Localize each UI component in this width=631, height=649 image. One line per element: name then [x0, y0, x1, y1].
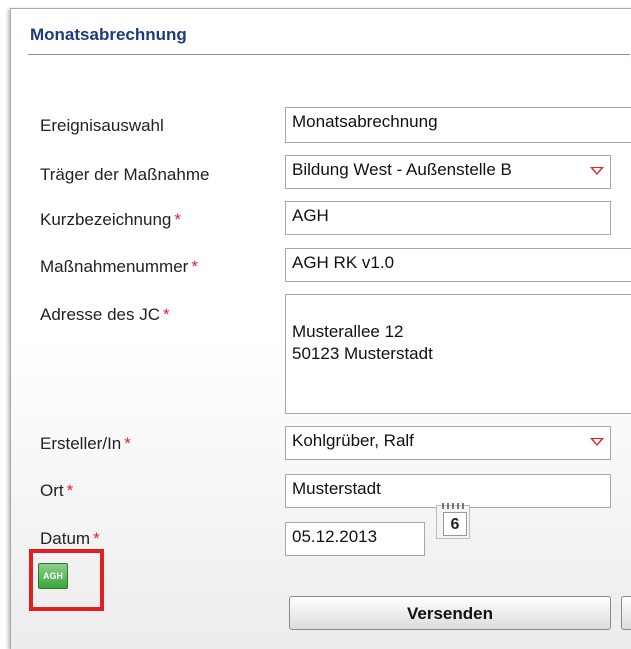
label-massnahmenummer: Maßnahmenummer * — [40, 257, 198, 277]
send-button[interactable]: Versenden — [289, 596, 611, 630]
datum-input[interactable]: 05.12.2013 — [285, 522, 425, 556]
required-marker: * — [174, 210, 181, 229]
secondary-button[interactable] — [621, 596, 631, 630]
kurzbezeichnung-value: AGH — [292, 206, 329, 225]
ort-value: Musterstadt — [292, 479, 381, 498]
ereignisauswahl-select[interactable]: Monatsabrechnung — [285, 107, 631, 143]
dropdown-arrow-icon[interactable] — [590, 438, 604, 446]
label-datum: Datum * — [40, 529, 100, 549]
label-text: Ort — [40, 481, 64, 500]
label-kurzbezeichnung: Kurzbezeichnung * — [40, 210, 181, 230]
adresse-textarea[interactable]: Musterallee 12 50123 Musterstadt — [285, 294, 631, 414]
calendar-day: 6 — [443, 512, 467, 536]
label-text: Ersteller/In — [40, 434, 122, 453]
ersteller-select[interactable]: Kohlgrüber, Ralf — [285, 426, 611, 460]
dropdown-arrow-icon[interactable] — [590, 167, 604, 175]
datum-value: 05.12.2013 — [292, 527, 378, 546]
label-ereignisauswahl: Ereignisauswahl — [40, 116, 164, 136]
label-text: Adresse des JC — [40, 305, 160, 324]
label-ort: Ort * — [40, 481, 73, 501]
label-text: Träger der Maßnahme — [40, 165, 210, 184]
label-text: Maßnahmenummer — [40, 257, 189, 276]
traeger-select[interactable]: Bildung West - Außenstelle B — [285, 155, 611, 189]
label-text: Datum — [40, 529, 91, 548]
calendar-icon[interactable]: 6 — [436, 503, 470, 539]
required-marker: * — [163, 305, 170, 324]
massnahmenummer-input[interactable]: AGH RK v1.0 — [285, 248, 631, 282]
required-marker: * — [66, 481, 74, 500]
label-adresse: Adresse des JC * — [40, 305, 170, 325]
label-text: Kurzbezeichnung — [40, 210, 172, 229]
label-ersteller: Ersteller/In * — [40, 434, 131, 454]
form-title: Monatsabrechnung — [30, 25, 187, 44]
required-marker: * — [124, 434, 131, 453]
kurzbezeichnung-input[interactable]: AGH — [285, 201, 611, 235]
required-marker: * — [93, 529, 100, 548]
label-traeger: Träger der Maßnahme — [40, 165, 209, 185]
highlight-box — [29, 549, 104, 611]
label-text: Ereignisauswahl — [40, 116, 164, 135]
required-marker: * — [191, 257, 198, 276]
adresse-value: Musterallee 12 50123 Musterstadt — [292, 322, 433, 363]
ereignisauswahl-value: Monatsabrechnung — [292, 112, 438, 131]
ersteller-value: Kohlgrüber, Ralf — [292, 431, 414, 450]
massnahmenummer-value: AGH RK v1.0 — [292, 253, 395, 272]
traeger-value: Bildung West - Außenstelle B — [292, 160, 512, 179]
calendar-rings — [442, 503, 466, 509]
title-divider — [28, 54, 630, 55]
